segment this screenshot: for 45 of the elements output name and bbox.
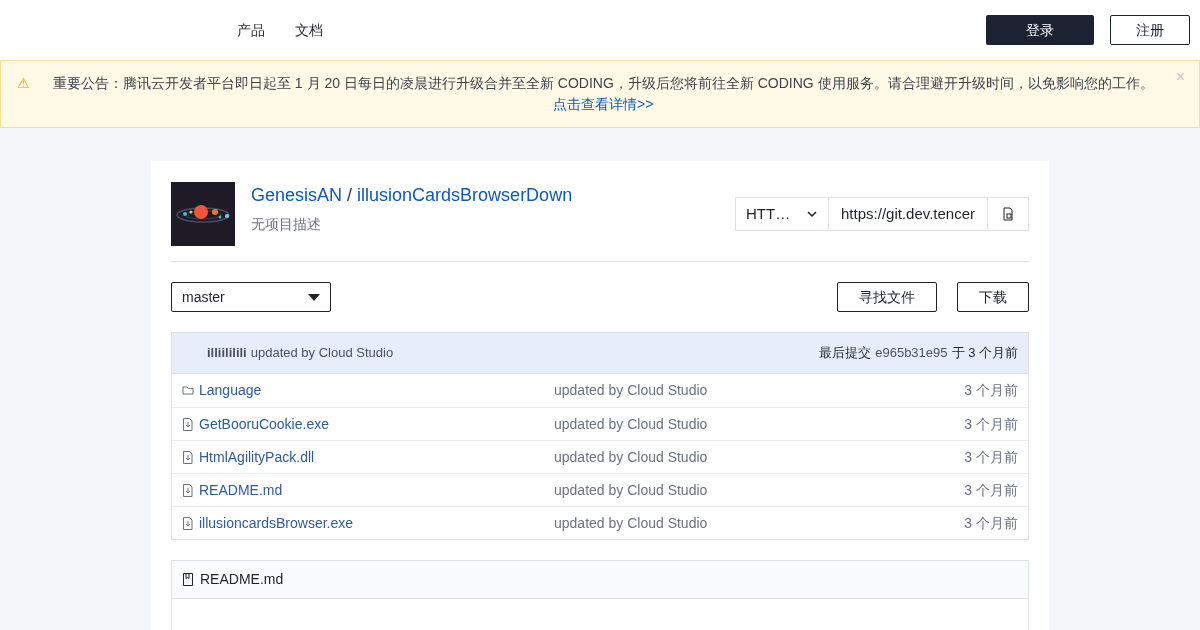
nav-link[interactable]: 产品 [237, 19, 265, 41]
file-link[interactable]: Language [199, 380, 262, 401]
repo-link[interactable]: illusionCardsBrowserDown [357, 185, 573, 205]
readme-title: README.md [200, 570, 284, 589]
commit-time: 3 个月前 [964, 381, 1018, 400]
commit-author: illiililili [207, 344, 247, 363]
commit-time: 3 个月前 [964, 414, 1018, 434]
details-link[interactable]: 点击查看详情>> [553, 96, 654, 112]
nav-link[interactable]: 文档 [295, 19, 323, 41]
file-icon [182, 516, 194, 530]
login-button[interactable]: 登录 [986, 15, 1094, 45]
clipboard-icon [1002, 207, 1014, 221]
caret-icon [308, 293, 320, 301]
download-button[interactable]: 下载 [957, 282, 1029, 312]
commit-message: updated by Cloud Studio [554, 513, 709, 533]
last-commit-label: 最后提交 [819, 344, 872, 363]
notice-text: 重要公告：腾讯云开发者平台即日起至 1 月 20 日每日的凌晨进行升级合并至全新 CODING，升级后您将前往全新 CODING 使用服务。请合理避开升级时间，以免影响您的工作。 点击查看详情>> [52, 74, 1155, 114]
commit-time: 于 3 个月前 [951, 344, 1018, 363]
file-link[interactable]: GetBooruCookie.exe [199, 413, 329, 435]
commit-message: updated by Cloud Studio [554, 447, 709, 467]
chevron-icon [806, 209, 819, 219]
commit-time: 3 个月前 [964, 447, 1018, 467]
file-link[interactable]: illusioncardsBrowser.exe [199, 512, 354, 534]
file-link[interactable]: HtmlAgilityPack.dll [199, 446, 315, 468]
path-separator: / [346, 185, 354, 205]
folder-icon [182, 384, 194, 397]
commit-time: 3 个月前 [964, 513, 1018, 533]
commit-message: updated by Cloud Studio [554, 480, 709, 500]
owner-link[interactable]: GenesisAN [251, 185, 343, 205]
commit-time: 3 个月前 [964, 480, 1018, 500]
file-icon [182, 417, 194, 431]
file-icon [182, 450, 194, 464]
commit-hash[interactable]: e965b31e95 [875, 343, 948, 363]
book-icon [182, 573, 194, 586]
commit-message: updated by Cloud Studio [250, 344, 394, 363]
protocol-select[interactable]: HTT… [736, 198, 830, 230]
register-button[interactable]: 注册 [1110, 15, 1190, 45]
file-link[interactable]: README.md [199, 479, 283, 501]
commit-message: updated by Cloud Studio [554, 414, 709, 434]
find-file-button[interactable]: 寻找文件 [837, 282, 937, 312]
commit-message: updated by Cloud Studio [554, 381, 709, 400]
warning-icon: ⚠ [17, 73, 30, 94]
repo-description: 无项目描述 [251, 215, 322, 234]
file-icon [182, 483, 194, 497]
branch-select[interactable]: master [171, 282, 331, 312]
